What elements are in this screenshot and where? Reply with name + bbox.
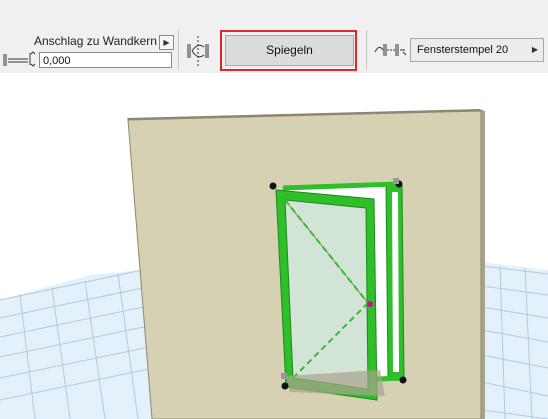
toolbar-separator [178,30,179,70]
hotspot-marker [393,178,399,184]
window-stamp-dropdown[interactable]: Fensterstempel 20 ▶ [410,38,544,62]
chevron-right-icon: ▶ [531,45,538,54]
mirror-button[interactable]: Spiegeln [225,35,354,66]
stamp-offset-icon [374,44,407,56]
toolbar-separator [366,30,367,70]
reveal-label: Anschlag zu Wandkern [34,34,157,48]
flip-swing-icon [187,36,209,66]
window-stamp-value: Fensterstempel 20 [417,44,509,56]
hotspot[interactable] [281,382,289,390]
reveal-value-input[interactable]: 0,000 [39,52,172,68]
hotspot[interactable] [399,376,407,384]
hotspot-marker [281,373,287,379]
reveal-options-arrow-icon[interactable]: ▶ [159,35,174,50]
hotspot[interactable] [269,182,277,190]
reveal-offset-icon [3,51,36,67]
handle-hotspot[interactable] [367,301,373,307]
info-box-toolbar: Anschlag zu Wandkern ▶ 0,000 Spiegeln Fe… [0,0,548,73]
3d-viewport[interactable] [0,73,548,419]
